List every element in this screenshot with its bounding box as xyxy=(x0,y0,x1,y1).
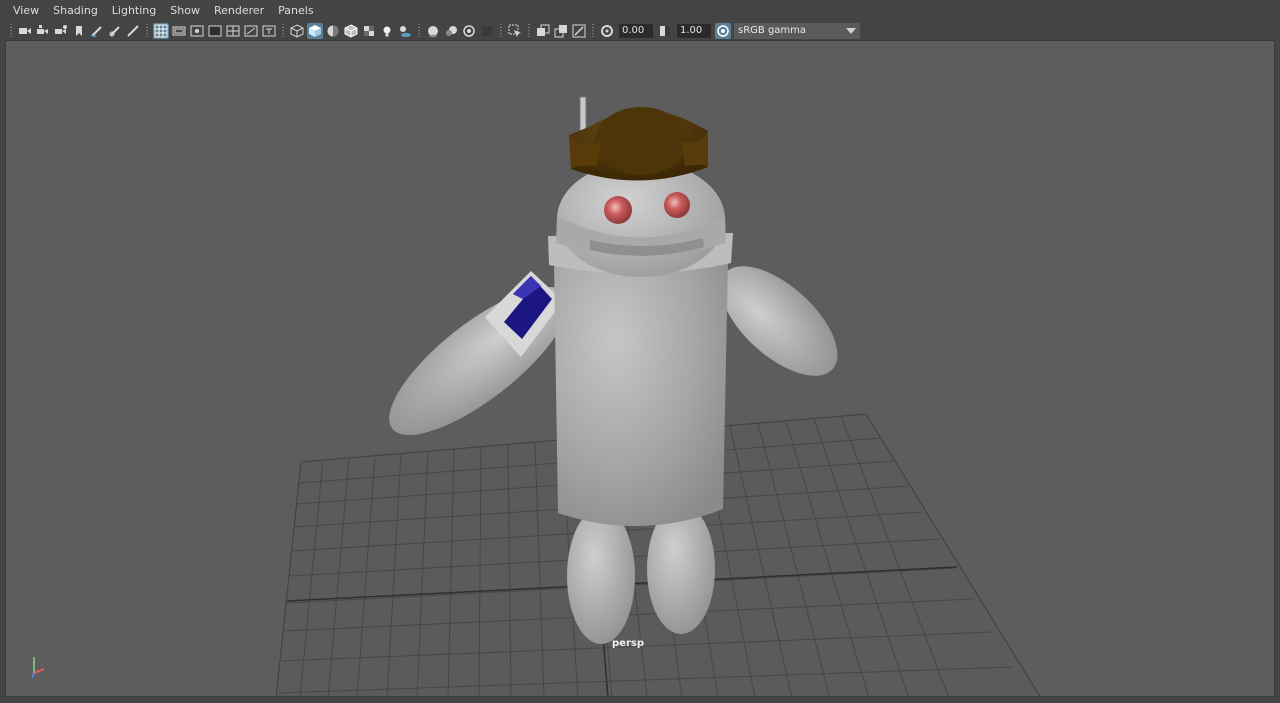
camera-icon xyxy=(19,27,31,34)
two-d-pan-button[interactable] xyxy=(89,23,105,39)
menu-show[interactable]: Show xyxy=(163,0,207,21)
menu-bar: View Shading Lighting Show Renderer Pane… xyxy=(0,0,1280,21)
menu-lighting[interactable]: Lighting xyxy=(105,0,163,21)
menu-shading[interactable]: Shading xyxy=(46,0,105,21)
motion-blur-button[interactable] xyxy=(443,23,459,39)
menu-renderer[interactable]: Renderer xyxy=(207,0,271,21)
view-axis-icon xyxy=(31,657,45,679)
resolution-gate-button[interactable] xyxy=(189,23,205,39)
color-management-button[interactable] xyxy=(715,22,731,39)
anti-alias-icon xyxy=(463,24,475,37)
xray-joints-icon xyxy=(572,24,586,37)
shaded-cube-icon xyxy=(309,24,321,37)
wireframe-on-shaded-button[interactable] xyxy=(343,23,359,39)
gate-mask-icon xyxy=(208,25,222,36)
pencil-button[interactable] xyxy=(125,23,141,39)
sphere-icon xyxy=(428,25,438,37)
safe-title-icon xyxy=(262,25,276,36)
shadows-button[interactable] xyxy=(397,23,413,39)
screen-space-ao-button[interactable] xyxy=(425,23,441,39)
toolbar-separator xyxy=(592,23,594,38)
chevron-down-icon xyxy=(846,27,856,34)
camera-attr-icon xyxy=(37,24,48,34)
isolate-select-icon xyxy=(508,24,521,37)
image-plane-button[interactable] xyxy=(71,23,87,39)
pen-icon xyxy=(91,25,102,37)
grid-toggle-button[interactable] xyxy=(153,22,169,39)
xray-button[interactable] xyxy=(535,23,551,39)
perspective-viewport[interactable] xyxy=(5,40,1275,697)
menu-panels[interactable]: Panels xyxy=(271,0,320,21)
exposure-icon xyxy=(601,24,613,37)
camera-bookmark-icon xyxy=(55,24,67,34)
toolbar-separator xyxy=(146,23,148,38)
light-bulb-icon xyxy=(383,26,391,36)
smooth-shade-button[interactable] xyxy=(307,22,323,39)
camera-attributes-button[interactable] xyxy=(35,23,51,39)
bookmarks-button[interactable] xyxy=(53,23,69,39)
panel-toolbar: 0.00 1.00 sRGB gamma xyxy=(0,21,1280,40)
grid-icon xyxy=(154,24,168,37)
toolbar-separator xyxy=(10,23,12,38)
field-chart-button[interactable] xyxy=(225,23,241,39)
default-material-button[interactable] xyxy=(325,23,341,39)
scene-render xyxy=(275,96,1041,696)
wire-on-shaded-icon xyxy=(344,23,358,38)
exposure-button[interactable] xyxy=(599,23,615,39)
gamma-field[interactable]: 1.00 xyxy=(677,23,711,38)
field-chart-icon xyxy=(226,25,240,36)
gamma-button[interactable] xyxy=(657,23,673,39)
pencil-icon xyxy=(127,24,139,37)
color-space-dropdown[interactable]: sRGB gamma xyxy=(734,22,860,39)
motion-blur-icon xyxy=(446,25,457,36)
shadow-icon xyxy=(400,25,411,37)
resolution-gate-icon xyxy=(190,25,204,36)
menu-view[interactable]: View xyxy=(6,0,46,21)
xray-active-components-button[interactable] xyxy=(553,23,569,39)
safe-title-button[interactable] xyxy=(261,23,277,39)
xray-components-icon xyxy=(554,24,567,37)
bookmark-icon xyxy=(76,25,82,36)
gate-mask-button[interactable] xyxy=(207,23,223,39)
camera-name-label: persp xyxy=(612,638,644,649)
depth-of-field-icon xyxy=(482,25,492,36)
color-space-label: sRGB gamma xyxy=(738,25,807,36)
toolbar-separator xyxy=(528,23,530,38)
checker-icon xyxy=(364,25,374,36)
xray-icon xyxy=(537,24,550,36)
select-camera-button[interactable] xyxy=(17,23,33,39)
wireframe-cube-icon xyxy=(290,23,304,38)
toolbar-separator xyxy=(500,23,502,38)
color-management-icon xyxy=(717,24,729,37)
isolate-select-button[interactable] xyxy=(507,23,523,39)
grease-pencil-button[interactable] xyxy=(107,23,123,39)
robot-hat xyxy=(569,96,708,181)
wireframe-button[interactable] xyxy=(289,23,305,39)
grease-pencil-icon xyxy=(109,25,120,36)
film-gate-button[interactable] xyxy=(171,23,187,39)
anti-aliasing-button[interactable] xyxy=(461,23,477,39)
textured-button[interactable] xyxy=(361,23,377,39)
depth-of-field-button[interactable] xyxy=(479,23,495,39)
exposure-field[interactable]: 0.00 xyxy=(619,23,653,38)
safe-action-button[interactable] xyxy=(243,23,259,39)
half-sphere-icon xyxy=(327,25,339,36)
use-all-lights-button[interactable] xyxy=(379,23,395,39)
toolbar-separator xyxy=(418,23,420,38)
film-gate-icon xyxy=(172,26,186,35)
toolbar-separator xyxy=(282,23,284,38)
gamma-icon xyxy=(660,25,670,36)
xray-joints-button[interactable] xyxy=(571,23,587,39)
safe-action-icon xyxy=(244,25,258,36)
